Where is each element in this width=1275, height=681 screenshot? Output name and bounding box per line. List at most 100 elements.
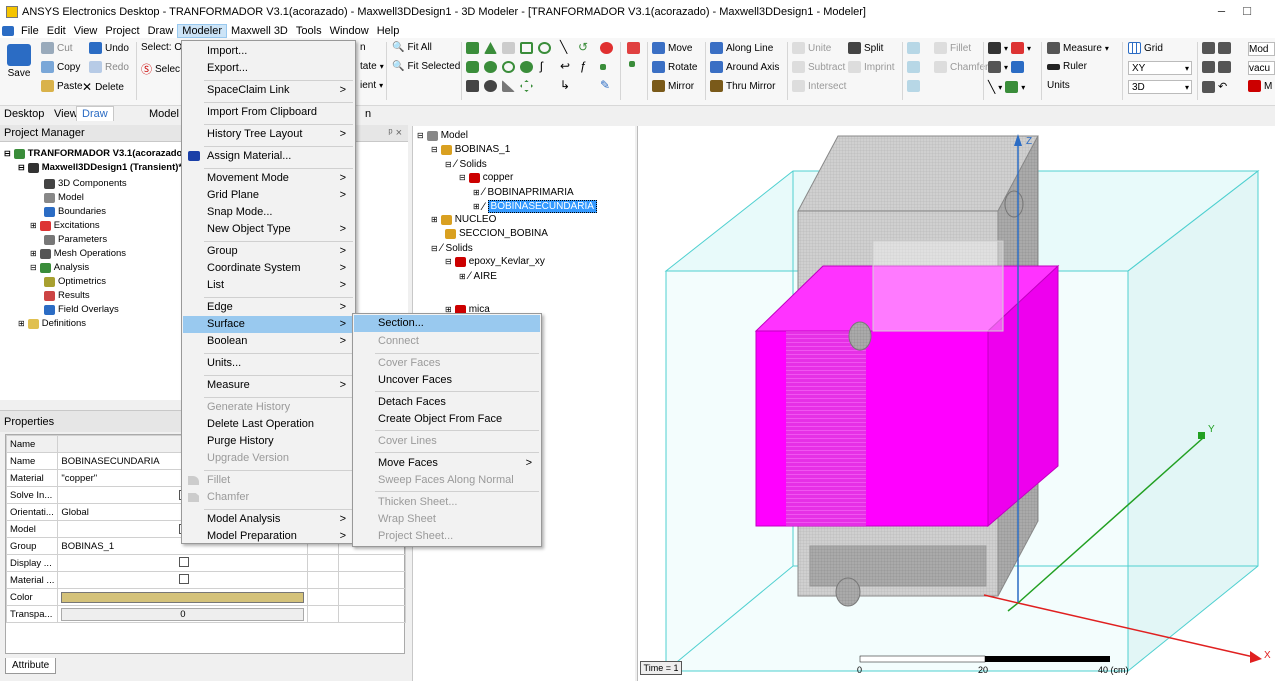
ellipse-icon[interactable] — [520, 61, 533, 73]
menu-item-spaceclaim-link[interactable]: SpaceClaim Link > — [183, 82, 354, 99]
tree-object-aire[interactable]: ⊞ ⁄ AIRE — [459, 270, 497, 282]
menu-item-delete-last-operation[interactable]: Delete Last Operation — [183, 416, 354, 433]
menu-item-list[interactable]: List > — [183, 277, 354, 294]
minimize-button[interactable]: – — [1218, 3, 1243, 18]
menu-window[interactable]: Window — [326, 24, 373, 38]
chamfer-ribbon-button[interactable]: Chamfer — [934, 61, 988, 73]
surface-op-button-1[interactable] — [907, 42, 920, 54]
menu-item-surface[interactable]: Surface > — [183, 316, 354, 333]
undo-button[interactable]: Undo — [89, 42, 129, 54]
tree-item-optimetrics[interactable]: Optimetrics — [44, 276, 106, 287]
box-icon[interactable] — [466, 42, 479, 54]
select-button[interactable]: Ⓢ Selec — [141, 61, 180, 77]
menu-item-measure[interactable]: Measure > — [183, 377, 354, 394]
menu-item-fillet[interactable]: Fillet — [183, 472, 354, 489]
tree-item-design[interactable]: ⊟ Maxwell3DDesign1 (Transient)* — [18, 162, 182, 173]
submenu-item-section[interactable]: Section... — [354, 315, 540, 332]
menu-item-import[interactable]: Import... — [183, 43, 354, 60]
point-button[interactable] — [629, 61, 635, 67]
submenu-item-create-object-from-face[interactable]: Create Object From Face — [354, 411, 540, 428]
tree-item-mesh-operations[interactable]: ⊞ Mesh Operations — [30, 248, 126, 259]
intersect-button[interactable]: Intersect — [792, 80, 846, 92]
props-row[interactable]: Transpa... 0 — [5, 605, 406, 623]
menu-item-history-tree-layout[interactable]: History Tree Layout > — [183, 126, 354, 143]
ribbon-fragment-n[interactable]: n — [360, 42, 366, 53]
tree-group-nucleo[interactable]: ⊞ NUCLEO — [431, 214, 496, 225]
tree-item-results[interactable]: Results — [44, 290, 90, 301]
rotate-state-dropdown[interactable]: tate ▾ — [360, 61, 384, 72]
material-dropdown[interactable]: vacu — [1248, 61, 1275, 75]
paste-button[interactable]: Paste — [41, 80, 83, 92]
tree-group-bobinas[interactable]: ⊟ BOBINAS_1 — [431, 144, 510, 155]
circle-icon[interactable] — [538, 42, 551, 54]
grid-mode-select[interactable]: 3D ▾ — [1128, 80, 1192, 94]
wedge-icon[interactable] — [502, 80, 515, 92]
menu-item-movement-mode[interactable]: Movement Mode > — [183, 170, 354, 187]
pin-close-buttons[interactable]: ᵖ × — [388, 127, 402, 139]
submenu-item-uncover-faces[interactable]: Uncover Faces — [354, 372, 540, 389]
tab-simulation[interactable]: n — [365, 108, 371, 120]
menu-project[interactable]: Project — [101, 24, 143, 38]
around-axis-button[interactable]: Around Axis — [710, 61, 779, 73]
line-icon[interactable]: ╲ — [560, 40, 567, 54]
polyline-icon[interactable]: ↩ — [560, 59, 570, 73]
plane-icon[interactable]: ✎ — [600, 78, 610, 92]
save-button[interactable]: Save — [4, 44, 34, 79]
menu-file[interactable]: File — [17, 24, 43, 38]
tab-view[interactable]: View — [54, 108, 78, 120]
tree-item-model[interactable]: Model — [44, 192, 84, 203]
view-buttons-row3[interactable]: ↶ — [1202, 80, 1227, 93]
color-swatch[interactable] — [61, 591, 305, 603]
view-buttons-row1[interactable] — [1202, 42, 1231, 54]
view-buttons-row2[interactable] — [1202, 61, 1231, 73]
menu-item-boolean[interactable]: Boolean > — [183, 333, 354, 350]
tree-material-epoxy[interactable]: ⊟ epoxy_Kevlar_xy — [445, 256, 545, 267]
menu-tools[interactable]: Tools — [292, 24, 326, 38]
sweep-button[interactable] — [627, 42, 640, 54]
sphere-icon[interactable] — [484, 61, 497, 73]
material-appearance-checkbox[interactable] — [179, 573, 190, 584]
tree-object-bobinasecundaria[interactable]: ⊞ ⁄ BOBINASECUNDARIA — [473, 200, 597, 213]
menu-edit[interactable]: Edit — [43, 24, 70, 38]
submenu-item-cover-lines[interactable]: Cover Lines — [354, 433, 540, 450]
regular-polyhedron-icon[interactable] — [466, 80, 479, 92]
tree-object-bobinaprimaria[interactable]: ⊞ ⁄ BOBINAPRIMARIA — [473, 186, 574, 198]
display-wireframe-checkbox[interactable] — [179, 556, 190, 567]
menu-item-model-analysis[interactable]: Model Analysis > — [183, 511, 354, 528]
menu-item-group[interactable]: Group > — [183, 243, 354, 260]
model-dropdown[interactable]: Mod — [1248, 42, 1275, 56]
submenu-item-move-faces[interactable]: Move Faces > — [354, 455, 540, 472]
tree-item-analysis[interactable]: ⊟ Analysis — [30, 262, 89, 273]
tab-desktop[interactable]: Desktop — [4, 108, 44, 120]
submenu-item-thicken-sheet[interactable]: Thicken Sheet... — [354, 494, 540, 511]
tree-model-root[interactable]: ⊟ Model — [417, 130, 468, 141]
submenu-item-wrap-sheet[interactable]: Wrap Sheet — [354, 511, 540, 528]
menu-item-coordinate-system[interactable]: Coordinate System > — [183, 260, 354, 277]
fit-selected-button[interactable]: 🔍 Fit Selected — [392, 61, 460, 72]
mirror-button[interactable]: Mirror — [652, 80, 694, 92]
material-button[interactable]: M — [1248, 80, 1275, 92]
move-button[interactable]: Move — [652, 42, 692, 54]
tree-item-3d-components[interactable]: 3D Components — [44, 178, 127, 189]
submenu-item-cover-faces[interactable]: Cover Faces — [354, 355, 540, 372]
props-row[interactable]: Display ... — [5, 554, 406, 572]
fit-all-button[interactable]: 🔍 Fit All — [392, 42, 432, 53]
submenu-item-sweep-faces[interactable]: Sweep Faces Along Normal — [354, 472, 540, 489]
menu-item-grid-plane[interactable]: Grid Plane > — [183, 187, 354, 204]
copy-button[interactable]: Copy — [41, 61, 80, 73]
menu-modeler[interactable]: Modeler — [177, 24, 228, 38]
spline-icon[interactable]: ʃ — [540, 59, 543, 73]
menu-item-purge-history[interactable]: Purge History — [183, 433, 354, 450]
select-objects-dropdown[interactable]: Select: Ol — [141, 42, 184, 53]
props-row[interactable]: Material ... — [5, 571, 406, 589]
orient-dropdown[interactable]: ient ▾ — [360, 80, 383, 91]
menu-item-edge[interactable]: Edge > — [183, 299, 354, 316]
tree-item-project[interactable]: ⊟ TRANFORMADOR V3.1(acorazado) — [4, 148, 186, 159]
redo-button[interactable]: Redo — [89, 61, 129, 73]
polygon-icon[interactable] — [520, 80, 533, 92]
split-button[interactable]: Split — [848, 42, 883, 54]
transparency-slider[interactable]: 0 — [61, 607, 305, 621]
menu-item-generate-history[interactable]: Generate History — [183, 399, 354, 416]
submenu-item-detach-faces[interactable]: Detach Faces — [354, 394, 540, 411]
cylinder-icon[interactable] — [466, 61, 479, 73]
